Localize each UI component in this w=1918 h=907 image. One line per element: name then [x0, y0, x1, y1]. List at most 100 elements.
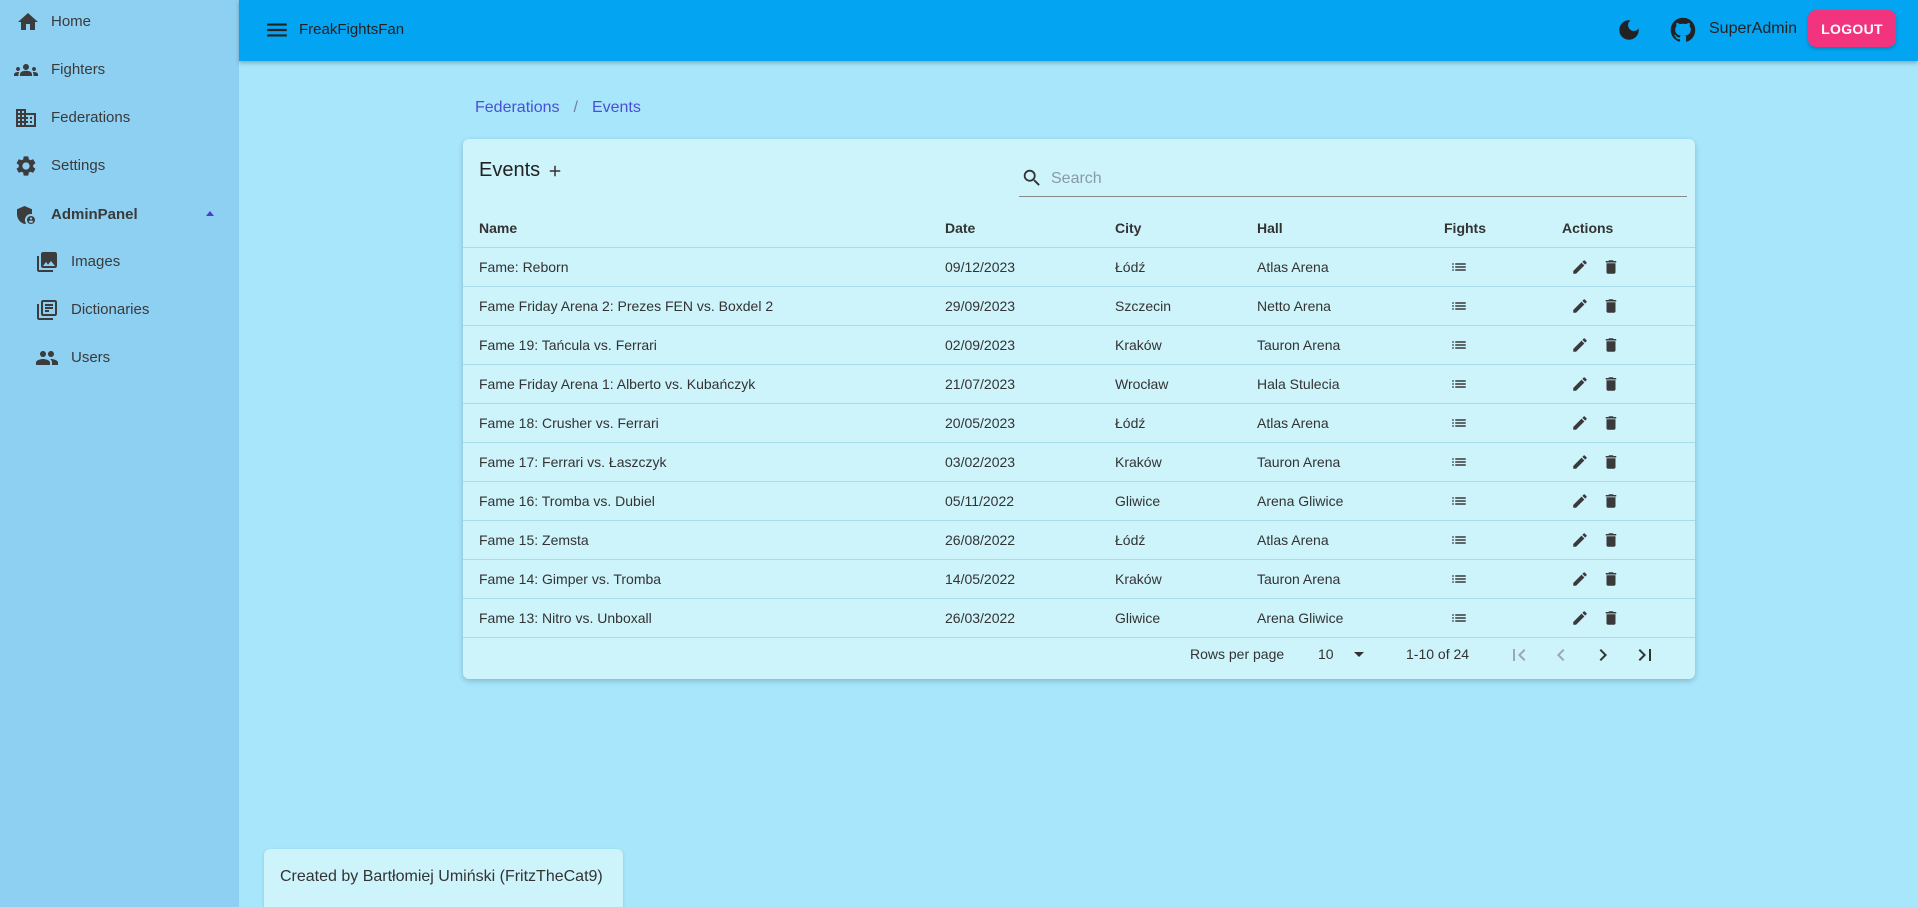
column-header-date[interactable]: Date	[945, 209, 1115, 248]
dropdown-arrow-icon	[1354, 652, 1364, 657]
top-app-bar: FreakFightsFan SuperAdmin LOGOUT	[239, 0, 1918, 61]
table-row[interactable]: Fame Friday Arena 2: Prezes FEN vs. Boxd…	[463, 286, 1695, 326]
sidebar-item-label: AdminPanel	[51, 206, 138, 223]
edit-icon[interactable]	[1570, 530, 1590, 550]
rows-per-page-select[interactable]: 10	[1318, 643, 1374, 665]
edit-icon[interactable]	[1570, 335, 1590, 355]
delete-icon[interactable]	[1601, 530, 1621, 550]
app-title[interactable]: FreakFightsFan	[299, 21, 404, 38]
event-date: 02/09/2023	[945, 325, 1115, 365]
previous-page-icon[interactable]	[1549, 643, 1573, 667]
last-page-icon[interactable]	[1633, 643, 1657, 667]
delete-icon[interactable]	[1601, 296, 1621, 316]
logout-button[interactable]: LOGOUT	[1808, 10, 1896, 47]
breadcrumb-events[interactable]: Events	[592, 99, 641, 117]
sidebar: Home Fighters Federations Settings Admin…	[0, 0, 239, 907]
edit-icon[interactable]	[1570, 374, 1590, 394]
edit-icon[interactable]	[1570, 452, 1590, 472]
column-header-name[interactable]: Name	[463, 209, 945, 248]
first-page-icon[interactable]	[1507, 643, 1531, 667]
delete-icon[interactable]	[1601, 413, 1621, 433]
table-row[interactable]: Fame 18: Crusher vs. Ferrari 20/05/2023 Łó…	[463, 403, 1695, 443]
event-date: 20/05/2023	[945, 403, 1115, 443]
building-icon	[14, 106, 38, 130]
edit-icon[interactable]	[1570, 296, 1590, 316]
delete-icon[interactable]	[1601, 335, 1621, 355]
table-row[interactable]: Fame Friday Arena 1: Alberto vs. Kubańcz…	[463, 364, 1695, 404]
add-event-plus-icon[interactable]	[546, 162, 564, 180]
dark-mode-moon-icon[interactable]	[1616, 17, 1642, 43]
event-city: Wrocław	[1115, 364, 1257, 404]
event-name: Fame 18: Crusher vs. Ferrari	[463, 403, 945, 443]
footer-credit: Created by Bartłomiej Umiński (FritzTheC…	[264, 849, 623, 907]
event-hall: Hala Stulecia	[1257, 364, 1444, 404]
github-icon[interactable]	[1669, 16, 1697, 44]
table-pagination: Rows per page 10 1-10 of 24	[463, 632, 1695, 679]
sidebar-item-users[interactable]: Users	[0, 336, 239, 384]
fights-list-icon[interactable]	[1449, 257, 1469, 277]
edit-icon[interactable]	[1570, 257, 1590, 277]
fights-list-icon[interactable]	[1449, 530, 1469, 550]
fights-list-icon[interactable]	[1449, 374, 1469, 394]
images-icon	[35, 250, 59, 274]
sidebar-item-label: Images	[71, 253, 121, 270]
event-date: 21/07/2023	[945, 364, 1115, 404]
menu-icon[interactable]	[264, 17, 290, 43]
fights-list-icon[interactable]	[1449, 335, 1469, 355]
table-row[interactable]: Fame 14: Gimper vs. Tromba 14/05/2022 Krak…	[463, 559, 1695, 599]
sidebar-item-home[interactable]: Home	[0, 0, 239, 48]
events-title: Events	[479, 159, 564, 182]
sidebar-item-fighters[interactable]: Fighters	[0, 48, 239, 96]
user-name: SuperAdmin	[1709, 20, 1798, 37]
fights-list-icon[interactable]	[1449, 296, 1469, 316]
table-row[interactable]: Fame 17: Ferrari vs. Łaszczyk 03/02/2023 K…	[463, 442, 1695, 482]
delete-icon[interactable]	[1601, 491, 1621, 511]
fights-list-icon[interactable]	[1449, 413, 1469, 433]
edit-icon[interactable]	[1570, 569, 1590, 589]
credit-text: Created by Bartłomiej Umiński (FritzTheC…	[280, 868, 603, 885]
breadcrumb-federations[interactable]: Federations	[475, 99, 560, 117]
fights-list-icon[interactable]	[1449, 452, 1469, 472]
event-name: Fame Friday Arena 2: Prezes FEN vs. Boxd…	[463, 286, 945, 326]
event-city: Kraków	[1115, 442, 1257, 482]
table-row[interactable]: Fame 19: Tańcula vs. Ferrari 02/09/2023 Kr…	[463, 325, 1695, 365]
table-row[interactable]: Fame: Reborn 09/12/2023 Łódź Atlas Arena	[463, 247, 1695, 287]
library-books-icon	[35, 298, 59, 322]
column-header-hall[interactable]: Hall	[1257, 209, 1444, 248]
delete-icon[interactable]	[1601, 608, 1621, 628]
edit-icon[interactable]	[1570, 413, 1590, 433]
sidebar-item-federations[interactable]: Federations	[0, 96, 239, 144]
event-city: Łódź	[1115, 403, 1257, 443]
delete-icon[interactable]	[1601, 452, 1621, 472]
fights-list-icon[interactable]	[1449, 491, 1469, 511]
groups-icon	[14, 58, 38, 82]
edit-icon[interactable]	[1570, 608, 1590, 628]
event-name: Fame 17: Ferrari vs. Łaszczyk	[463, 442, 945, 482]
home-icon	[16, 10, 40, 34]
column-header-city[interactable]: City	[1115, 209, 1257, 248]
fights-cell	[1444, 286, 1562, 326]
fights-list-icon[interactable]	[1449, 608, 1469, 628]
table-row[interactable]: Fame 16: Tromba vs. Dubiel 05/11/2022 Gliw…	[463, 481, 1695, 521]
event-name: Fame 14: Gimper vs. Tromba	[463, 559, 945, 599]
sidebar-item-dictionaries[interactable]: Dictionaries	[0, 288, 239, 336]
fights-list-icon[interactable]	[1449, 569, 1469, 589]
event-hall: Arena Gliwice	[1257, 481, 1444, 521]
edit-icon[interactable]	[1570, 491, 1590, 511]
actions-cell	[1562, 325, 1695, 365]
next-page-icon[interactable]	[1591, 643, 1615, 667]
event-date: 14/05/2022	[945, 559, 1115, 599]
delete-icon[interactable]	[1601, 374, 1621, 394]
event-name: Fame 16: Tromba vs. Dubiel	[463, 481, 945, 521]
delete-icon[interactable]	[1601, 257, 1621, 277]
search-input[interactable]	[1051, 167, 1671, 191]
sidebar-item-images[interactable]: Images	[0, 240, 239, 288]
sidebar-item-settings[interactable]: Settings	[0, 144, 239, 192]
delete-icon[interactable]	[1601, 569, 1621, 589]
table-row[interactable]: Fame 15: Zemsta 26/08/2022 Łódź Atlas Arena	[463, 520, 1695, 560]
collapse-caret-icon[interactable]	[206, 211, 214, 216]
sidebar-item-adminpanel[interactable]: AdminPanel	[0, 192, 239, 240]
fights-cell	[1444, 481, 1562, 521]
fights-cell	[1444, 403, 1562, 443]
breadcrumb: Federations / Events	[475, 99, 641, 117]
